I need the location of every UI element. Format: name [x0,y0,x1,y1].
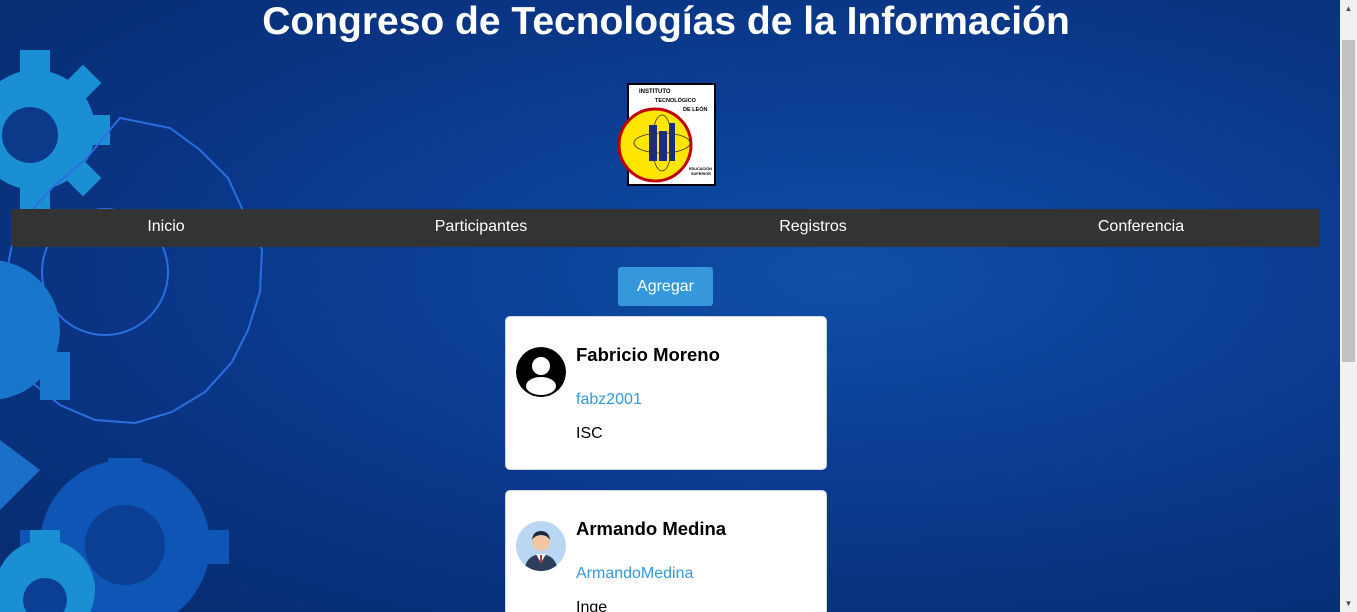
businessman-avatar-icon [516,521,566,571]
participant-username-link[interactable]: ArmandoMedina [576,565,693,583]
participant-career: ISC [576,425,603,442]
svg-text:INSTITUTO: INSTITUTO [639,89,671,95]
nav-item-conferencia[interactable]: Conferencia [985,209,1297,247]
add-button[interactable]: Agregar [618,267,713,306]
institute-logo: INSTITUTO TECNOLÓGICO DE LEÓN EDUCACIÓN … [617,83,716,186]
participant-name: Armando Medina [576,518,727,539]
gears-background-icon [0,50,264,612]
participant-card: Fabricio Moreno fabz2001 ISC [505,316,827,470]
user-avatar-icon [516,347,566,397]
scrollbar-thumb[interactable] [1342,40,1355,362]
nav-item-participantes[interactable]: Participantes [321,209,641,247]
participant-card: Armando Medina ArmandoMedina Inge [505,490,827,612]
svg-text:TECNOLÓGICO: TECNOLÓGICO [655,96,697,104]
participant-username-link[interactable]: fabz2001 [576,391,642,409]
svg-text:SUPERIOR: SUPERIOR [691,172,711,176]
svg-text:EDUCACIÓN: EDUCACIÓN [689,166,712,171]
nav-item-inicio[interactable]: Inicio [11,209,321,247]
svg-text:DE LEÓN: DE LEÓN [683,105,707,113]
vertical-scrollbar[interactable]: ▲ ▼ [1340,0,1357,612]
scroll-up-arrow-icon[interactable]: ▲ [1340,0,1357,17]
page: Congreso de Tecnologías de la Informació… [0,0,1340,612]
participant-career: Inge [576,599,608,612]
nav-item-registros[interactable]: Registros [641,209,985,247]
main-navbar: Inicio Participantes Registros Conferenc… [11,209,1320,247]
page-title: Congreso de Tecnologías de la Informació… [262,0,1070,43]
scroll-down-arrow-icon[interactable]: ▼ [1340,595,1357,612]
participant-name: Fabricio Moreno [576,344,720,365]
